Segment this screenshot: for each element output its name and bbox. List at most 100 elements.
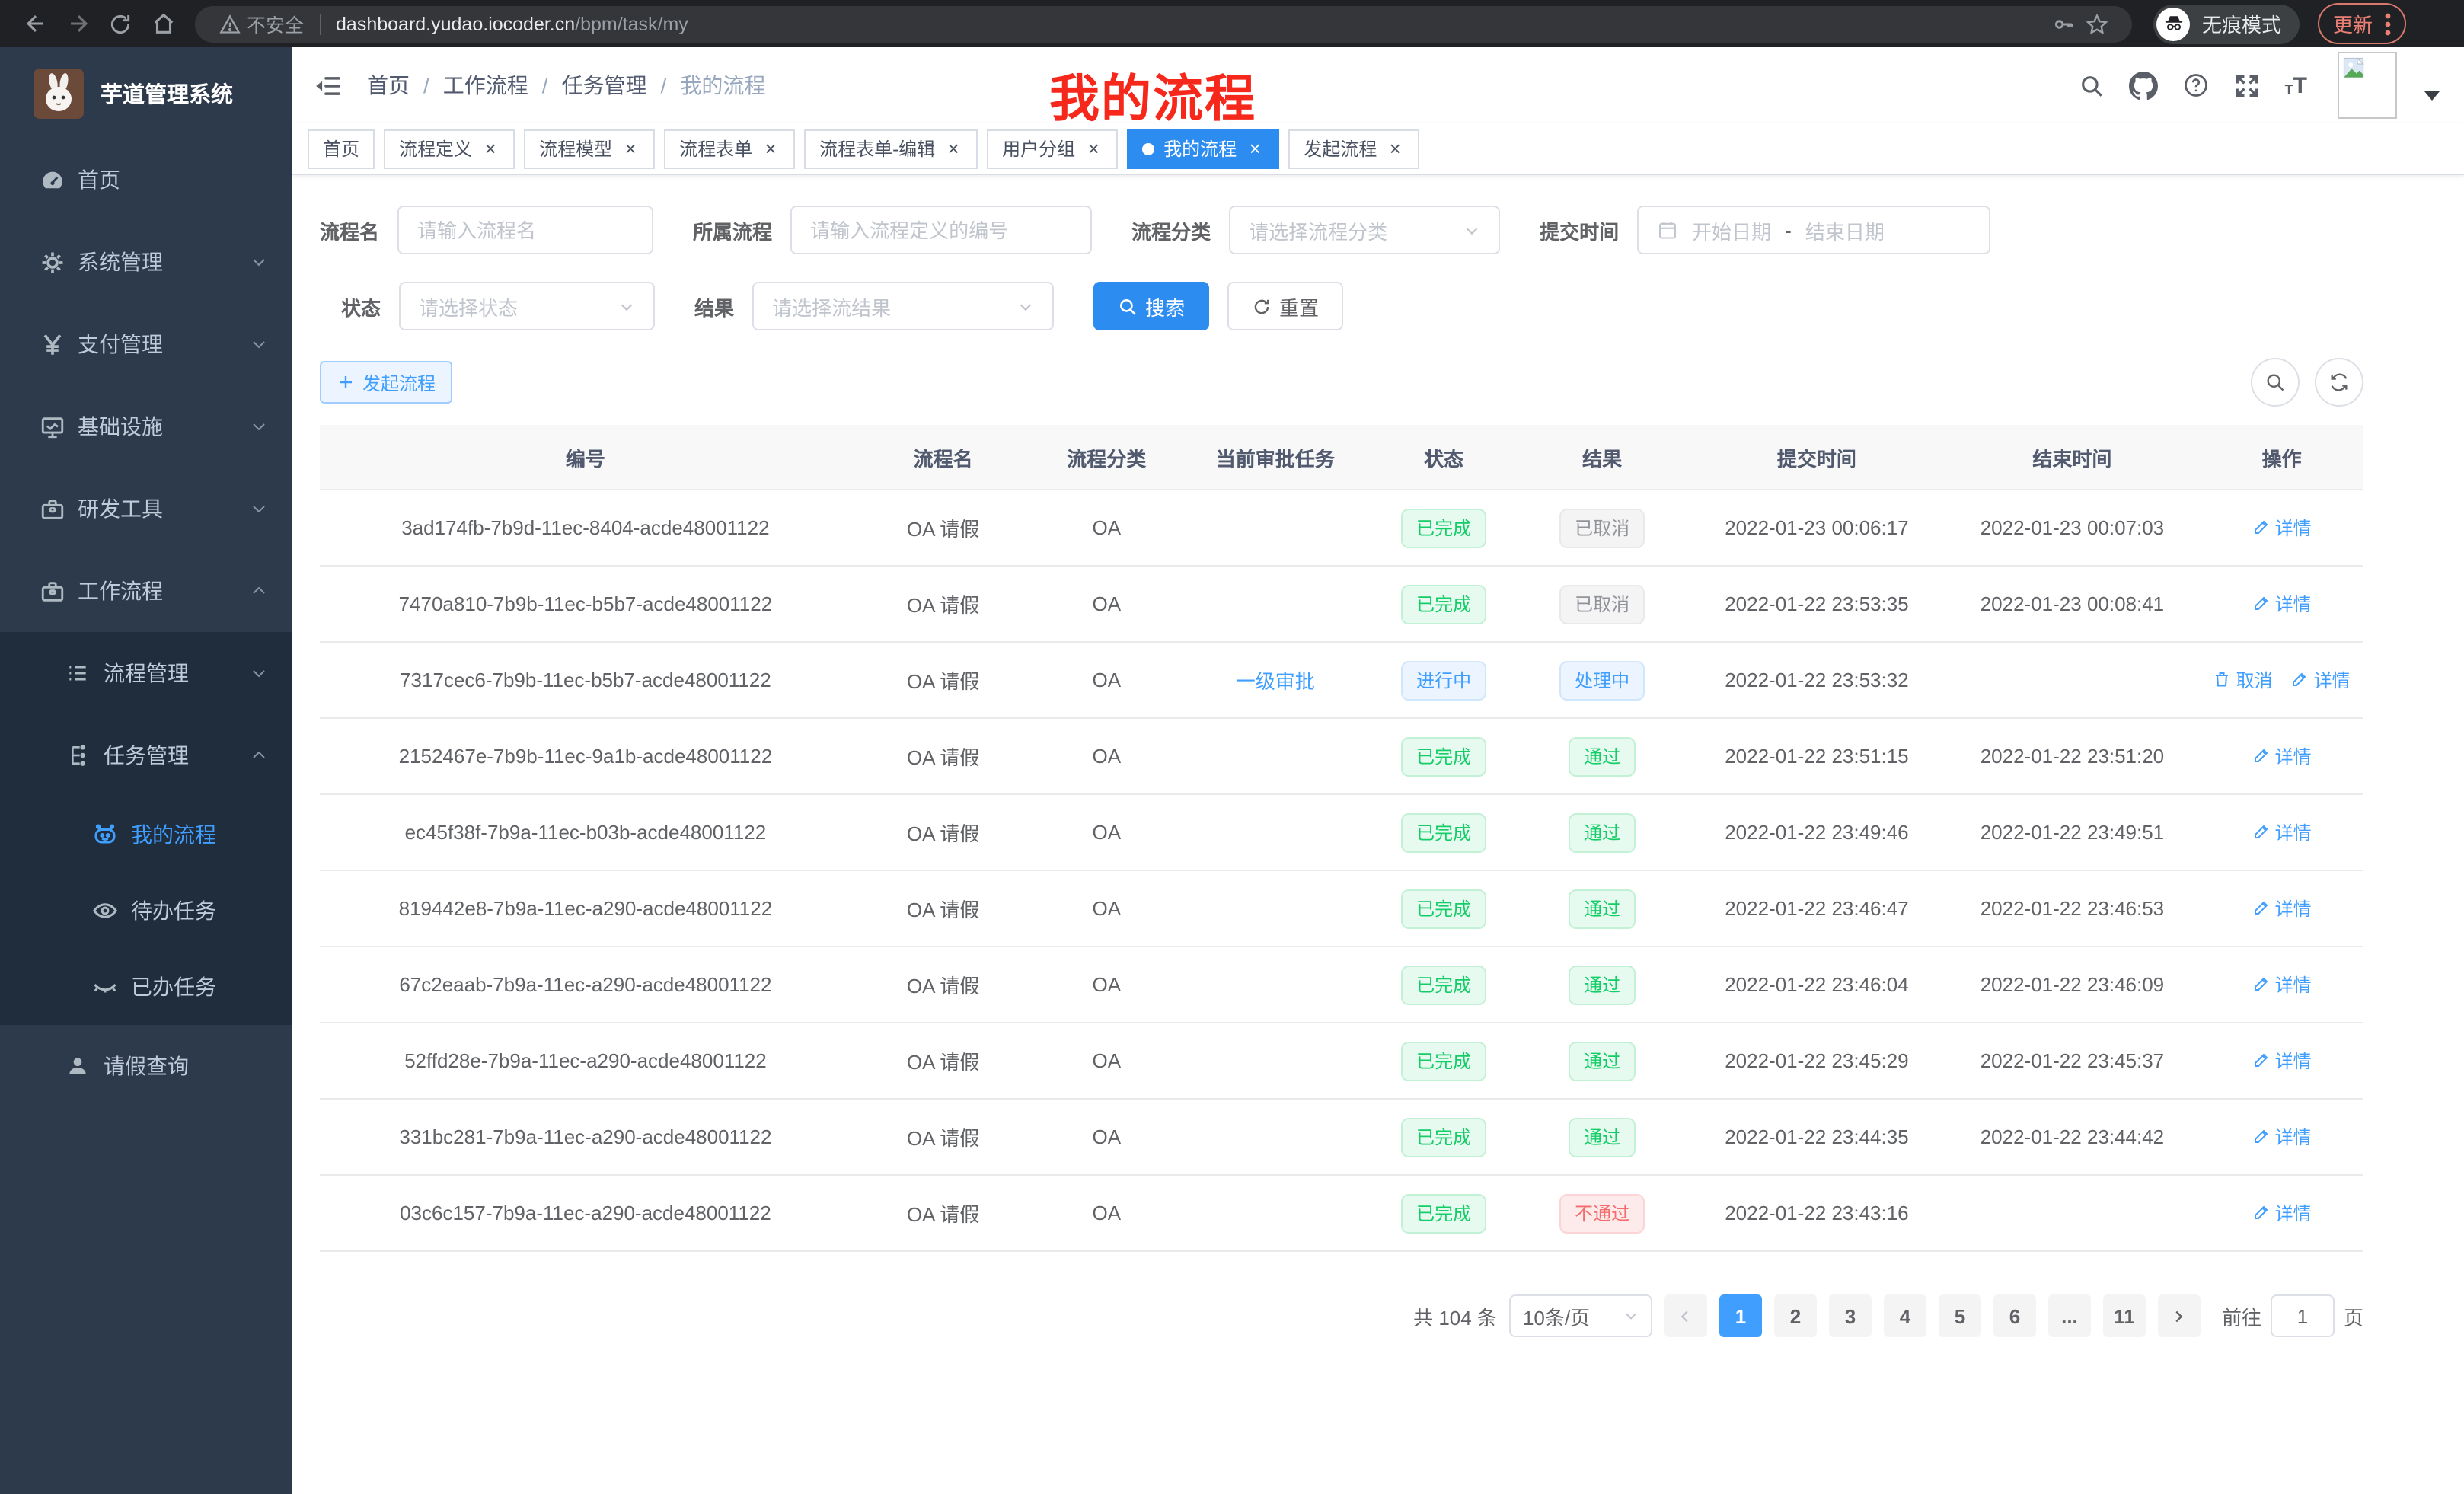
breadcrumb-item[interactable]: 工作流程 [443,70,528,101]
next-page-button[interactable] [2158,1294,2201,1337]
tab-close-icon[interactable]: × [481,139,500,158]
prev-page-button[interactable] [1664,1294,1707,1337]
page-size-select[interactable]: 10条/页 [1509,1294,1652,1337]
toggle-search-button[interactable] [2251,358,2300,407]
cell-end-time: 2022-01-22 23:46:09 [1945,947,2201,1023]
sidebar-item-system[interactable]: 系统管理 [0,221,292,303]
result-select[interactable]: 请选择流结果 [752,282,1054,330]
browser-forward-icon[interactable] [58,4,97,43]
sidebar-item-home[interactable]: 首页 [0,139,292,221]
fullscreen-icon[interactable] [2235,72,2261,98]
table-row: 03c6c157-7b9a-11ec-a290-acde48001122OA 请… [320,1175,2363,1251]
cell-result: 已取消 [1515,566,1689,642]
page-button[interactable]: 3 [1829,1294,1872,1337]
detail-action-link[interactable]: 详情 [2252,1048,2312,1074]
key-icon[interactable] [2047,11,2080,36]
not-secure-warning-icon [213,13,247,34]
header-search-icon[interactable] [2079,72,2105,98]
page-button[interactable]: 4 [1884,1294,1926,1337]
filter-label: 提交时间 [1540,215,1619,244]
detail-action-link[interactable]: 详情 [2252,1200,2312,1226]
tab-close-icon[interactable]: × [621,139,640,158]
github-icon[interactable] [2130,71,2159,100]
cell-status: 已完成 [1372,947,1515,1023]
tab-close-icon[interactable]: × [1246,139,1264,158]
page-button[interactable]: 5 [1939,1294,1981,1337]
start-date-placeholder: 开始日期 [1692,215,1771,244]
detail-action-link[interactable]: 详情 [2252,515,2312,541]
sidebar-item-my-process[interactable]: 我的流程 [0,796,292,873]
sidebar-item-leave-query[interactable]: 请假查询 [0,1025,292,1107]
detail-action-link[interactable]: 详情 [2252,972,2312,998]
pagination-ellipsis[interactable]: ... [2048,1294,2091,1337]
help-icon[interactable] [2183,72,2210,99]
tab-close-icon[interactable]: × [944,139,962,158]
browser-home-icon[interactable] [143,4,183,43]
category-select[interactable]: 请选择流程分类 [1229,206,1500,254]
status-badge: 已完成 [1401,1041,1486,1081]
tab-label: 发起流程 [1304,136,1377,161]
detail-action-link[interactable]: 详情 [2252,743,2312,769]
status-select[interactable]: 请选择状态 [399,282,655,330]
reset-button[interactable]: 重置 [1227,282,1343,330]
process-name-input[interactable] [397,206,653,254]
tab[interactable]: 首页 [308,129,375,168]
page-button[interactable]: 6 [1993,1294,2036,1337]
workflow-submenu: 流程管理 任务管理 [0,632,292,1025]
cancel-action-link[interactable]: 取消 [2213,667,2273,693]
breadcrumb-item[interactable]: 任务管理 [562,70,647,101]
refresh-table-button[interactable] [2315,358,2363,407]
detail-action-link[interactable]: 详情 [2252,819,2312,845]
font-size-icon[interactable]: TT [2285,74,2307,97]
tab[interactable]: 我的流程× [1127,129,1279,168]
browser-back-icon[interactable] [15,4,55,43]
create-process-button[interactable]: 发起流程 [320,361,452,404]
detail-action-link[interactable]: 详情 [2252,895,2312,921]
app-logo [34,68,84,118]
breadcrumb-item[interactable]: 首页 [367,70,410,101]
sidebar-item-payment[interactable]: 支付管理 [0,303,292,385]
sidebar-item-devtools[interactable]: 研发工具 [0,468,292,550]
tab[interactable]: 流程定义× [384,129,515,168]
avatar-dropdown-icon[interactable] [2424,91,2440,101]
cell-status: 已完成 [1372,718,1515,794]
tab[interactable]: 流程模型× [524,129,655,168]
page-button[interactable]: 2 [1774,1294,1817,1337]
search-button[interactable]: 搜索 [1093,282,1209,330]
detail-action-link[interactable]: 详情 [2291,667,2351,693]
tab[interactable]: 流程表单× [664,129,795,168]
sidebar-item-todo-tasks[interactable]: 待办任务 [0,873,292,949]
process-definition-input[interactable] [790,206,1092,254]
avatar[interactable] [2338,52,2397,119]
eye-closed-icon [91,973,119,1001]
page-button[interactable]: 1 [1719,1294,1762,1337]
address-bar[interactable]: 不安全 dashboard.yudao.iocoder.cn/bpm/task/… [195,5,2132,42]
cell-process-id: ec45f38f-7b9a-11ec-b03b-acde48001122 [320,794,851,870]
bookmark-star-icon[interactable] [2080,11,2114,36]
sidebar-item-task-management[interactable]: 任务管理 [0,714,292,796]
sidebar-collapse-icon[interactable] [314,71,343,100]
cell-result: 通过 [1515,870,1689,947]
tab[interactable]: 用户分组× [987,129,1118,168]
goto-page-input[interactable] [2271,1294,2335,1337]
sidebar-item-infrastructure[interactable]: 基础设施 [0,385,292,468]
tab-close-icon[interactable]: × [761,139,780,158]
cell-current-task: 一级审批 [1178,642,1372,718]
sidebar-item-done-tasks[interactable]: 已办任务 [0,949,292,1025]
submit-time-range-picker[interactable]: 开始日期 - 结束日期 [1637,206,1990,254]
browser-update-button[interactable]: 更新 [2318,3,2406,44]
sidebar-logo-row[interactable]: 芋道管理系统 [0,47,292,139]
detail-action-link[interactable]: 详情 [2252,1124,2312,1150]
sidebar-item-workflow[interactable]: 工作流程 [0,550,292,632]
tab[interactable]: 发起流程 × [1288,129,1419,168]
sidebar-item-process-management[interactable]: 流程管理 [0,632,292,714]
detail-action-link[interactable]: 详情 [2252,591,2312,617]
browser-reload-icon[interactable] [101,4,140,43]
page-button[interactable]: 11 [2103,1294,2146,1337]
current-task-link[interactable]: 一级审批 [1236,670,1315,693]
tab-close-icon[interactable]: × [1084,139,1103,158]
tab[interactable]: 流程表单-编辑× [804,129,978,168]
toolbox-icon [38,578,65,604]
cell-submit-time: 2022-01-22 23:44:35 [1689,1099,1945,1175]
tab-close-icon[interactable]: × [1386,139,1404,158]
